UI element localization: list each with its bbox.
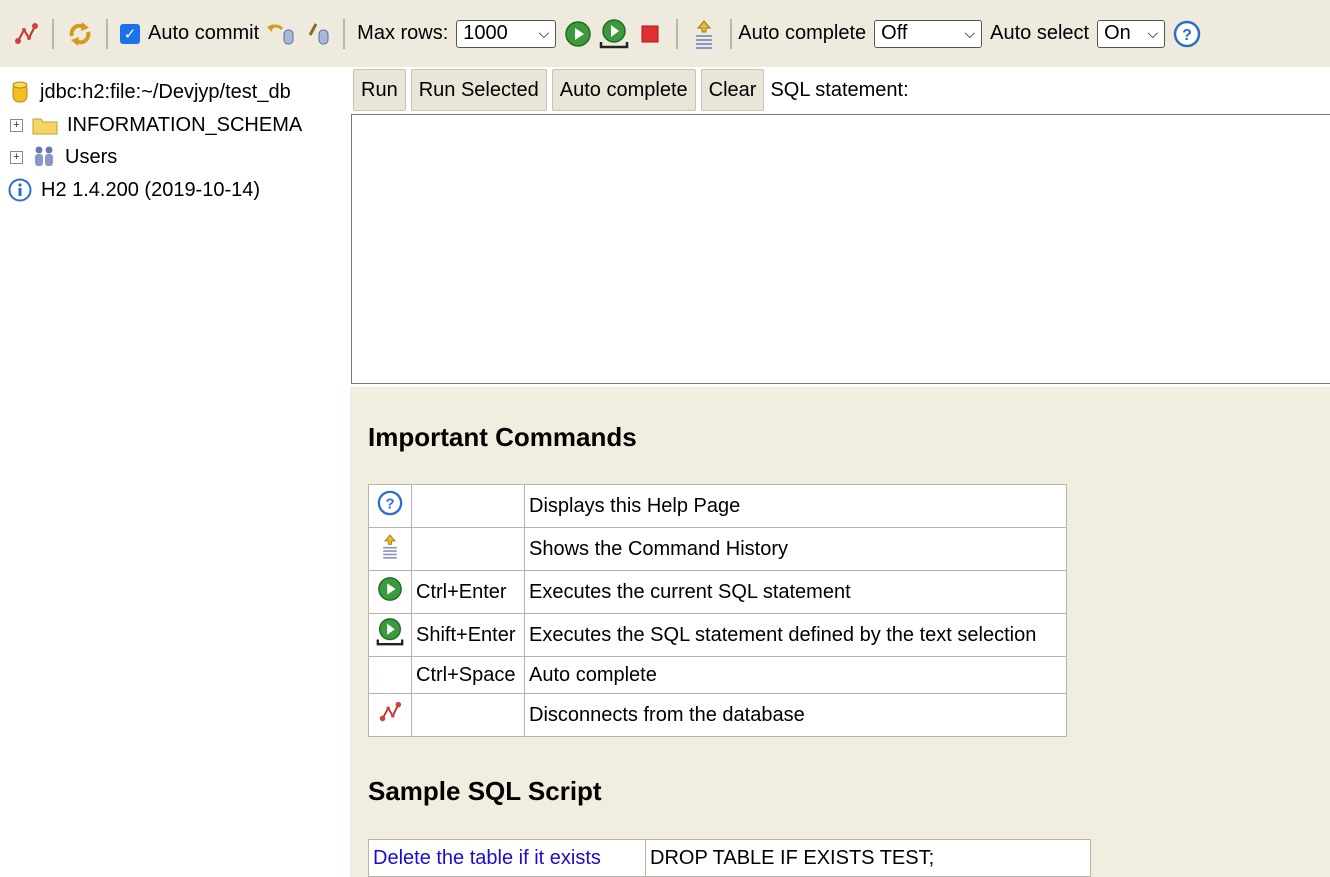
- command-key: [411, 527, 525, 571]
- commands-table: ? Displays this Help Page Shows the Comm…: [368, 484, 1067, 737]
- run-selected-icon[interactable]: [598, 18, 630, 50]
- command-key: Ctrl+Space: [411, 656, 525, 694]
- help-icon: ?: [377, 490, 403, 516]
- table-row: Disconnects from the database: [368, 693, 1067, 737]
- svg-text:?: ?: [385, 497, 394, 513]
- users-label: Users: [65, 145, 118, 168]
- command-icon-cell: [368, 527, 412, 571]
- connection-label: jdbc:h2:file:~/Devjyp/test_db: [40, 80, 291, 103]
- command-desc: Executes the SQL statement defined by th…: [524, 613, 1067, 657]
- command-desc: Auto complete: [524, 656, 1067, 694]
- chevron-down-icon: ⌵: [964, 25, 976, 41]
- disconnect-icon: [379, 701, 402, 722]
- toolbar-separator: [676, 18, 679, 49]
- auto-complete-value: Off: [881, 22, 908, 44]
- users-icon: [35, 146, 53, 166]
- run-icon: [378, 577, 402, 601]
- run-selected-button[interactable]: Run Selected: [410, 69, 547, 111]
- command-icon-cell: [368, 693, 412, 737]
- command-icon-cell: [368, 570, 412, 614]
- command-icon-cell: [368, 656, 412, 694]
- tree-item-connection[interactable]: jdbc:h2:file:~/Devjyp/test_db: [10, 77, 291, 107]
- run-button[interactable]: Run: [353, 69, 406, 111]
- auto-commit-checkbox[interactable]: ✓: [120, 23, 140, 44]
- sample-link[interactable]: Delete the table if it exists: [368, 839, 646, 877]
- svg-text:?: ?: [1182, 27, 1192, 44]
- tree-item-version: H2 1.4.200 (2019-10-14): [8, 175, 260, 205]
- refresh-icon[interactable]: [64, 18, 96, 50]
- expand-icon[interactable]: +: [10, 118, 23, 132]
- history-icon: [383, 534, 397, 559]
- sample-sql: DROP TABLE IF EXISTS TEST;: [645, 839, 1091, 877]
- command-icon-cell: ?: [368, 484, 412, 528]
- toolbar-separator: [730, 18, 733, 49]
- table-row: ? Displays this Help Page: [368, 484, 1067, 528]
- sample-link-text[interactable]: Delete the table if it exists: [373, 847, 601, 869]
- auto-complete-button[interactable]: Auto complete: [551, 69, 696, 111]
- toolbar: ✓ Auto commit Max rows: 1000 ⌵ Auto comp…: [0, 0, 1330, 67]
- commit-icon[interactable]: [301, 18, 333, 50]
- command-key: Ctrl+Enter: [411, 570, 525, 614]
- important-commands-title: Important Commands: [368, 422, 637, 452]
- run-selected-icon: [376, 618, 404, 646]
- expand-icon[interactable]: +: [10, 150, 23, 164]
- table-row: Shows the Command History: [368, 527, 1067, 571]
- run-icon[interactable]: [562, 18, 594, 50]
- database-icon: [12, 81, 28, 103]
- table-row: Ctrl+Enter Executes the current SQL stat…: [368, 570, 1067, 614]
- disconnect-icon[interactable]: [10, 18, 42, 50]
- command-key: [411, 693, 525, 737]
- command-desc: Executes the current SQL statement: [524, 570, 1067, 614]
- stop-icon[interactable]: [634, 18, 666, 50]
- toolbar-separator: [106, 18, 108, 49]
- auto-select-label: Auto select: [990, 22, 1090, 44]
- information-schema-label: INFORMATION_SCHEMA: [67, 113, 303, 136]
- help-panel: Important Commands ? Displays this Help …: [350, 387, 1330, 877]
- sample-sql-table: Delete the table if it exists DROP TABLE…: [368, 839, 1091, 877]
- auto-complete-label: Auto complete: [738, 22, 867, 44]
- max-rows-value: 1000: [463, 22, 508, 44]
- folder-icon: [32, 118, 58, 135]
- version-label: H2 1.4.200 (2019-10-14): [41, 178, 261, 201]
- tree-item-information-schema[interactable]: + INFORMATION_SCHEMA: [10, 110, 302, 140]
- auto-select-select[interactable]: On ⌵: [1097, 19, 1166, 48]
- tree-item-users[interactable]: + Users: [10, 142, 117, 172]
- table-row: Shift+Enter Executes the SQL statement d…: [368, 613, 1067, 657]
- toolbar-separator: [343, 18, 346, 49]
- sample-sql-title: Sample SQL Script: [368, 776, 602, 806]
- command-key: [411, 484, 525, 528]
- sql-statement-label: SQL statement:: [770, 78, 909, 101]
- auto-complete-select[interactable]: Off ⌵: [874, 19, 983, 48]
- toolbar-separator: [52, 18, 54, 49]
- command-desc: Displays this Help Page: [524, 484, 1067, 528]
- max-rows-select[interactable]: 1000 ⌵: [456, 19, 557, 48]
- command-icon-cell: [368, 613, 412, 657]
- help-icon[interactable]: ?: [1171, 18, 1203, 50]
- info-icon: [8, 178, 32, 202]
- table-row: Delete the table if it exists DROP TABLE…: [368, 839, 1091, 877]
- rollback-icon[interactable]: [265, 18, 297, 50]
- chevron-down-icon: ⌵: [1147, 25, 1159, 41]
- table-row: Ctrl+Space Auto complete: [368, 656, 1067, 694]
- chevron-down-icon: ⌵: [538, 25, 550, 41]
- sql-toolbar: Run Run Selected Auto complete Clear SQL…: [350, 67, 1330, 113]
- schema-tree: jdbc:h2:file:~/Devjyp/test_db + INFORMAT…: [0, 67, 350, 877]
- main-panel: Run Run Selected Auto complete Clear SQL…: [350, 67, 1330, 877]
- command-desc: Shows the Command History: [524, 527, 1067, 571]
- command-key: Shift+Enter: [411, 613, 525, 657]
- clear-button[interactable]: Clear: [700, 69, 765, 111]
- history-icon[interactable]: [688, 18, 720, 50]
- auto-select-value: On: [1104, 22, 1131, 44]
- sql-editor[interactable]: [351, 114, 1330, 384]
- max-rows-label: Max rows:: [357, 22, 449, 44]
- command-desc: Disconnects from the database: [524, 693, 1067, 737]
- auto-commit-label: Auto commit: [148, 22, 260, 44]
